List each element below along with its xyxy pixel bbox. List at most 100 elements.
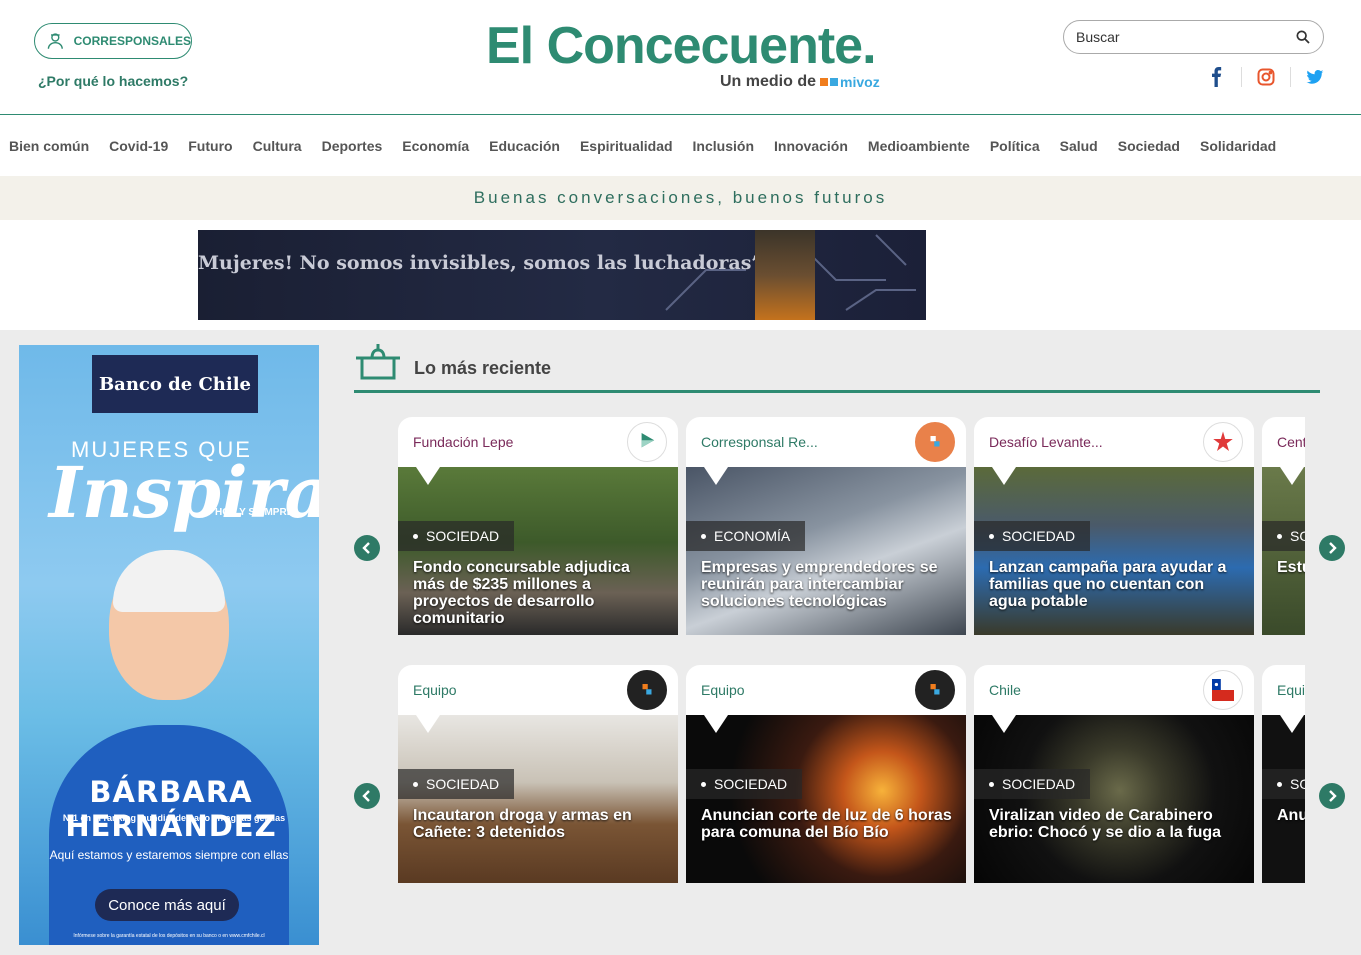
- site-logo[interactable]: El Concecuente.: [486, 16, 877, 76]
- mivoz-label: mivoz: [840, 74, 880, 90]
- reporter-icon: [47, 33, 63, 49]
- source-logo-icon: [915, 670, 955, 710]
- nav-item[interactable]: Deportes: [322, 138, 383, 154]
- ad-subtext: Aquí estamos y estaremos siempre con ell…: [49, 848, 289, 862]
- mivoz-square-icon: [830, 78, 839, 86]
- card-source[interactable]: Corresponsal Re...: [701, 434, 818, 450]
- carousel-next-button[interactable]: [1319, 783, 1345, 809]
- top-banner-ad[interactable]: Mujeres! No somos invisibles, somos las …: [198, 230, 926, 320]
- news-carousel-row: Fundación Lepe SOCIEDAD Fondo concursabl…: [398, 417, 1305, 635]
- card-source[interactable]: Fundación Lepe: [413, 434, 513, 450]
- card-title[interactable]: Anu Áng: [1277, 807, 1305, 824]
- category-badge[interactable]: SOCIEDAD: [974, 769, 1091, 799]
- card-title[interactable]: Estu la pr: [1277, 559, 1305, 576]
- corresponsales-button[interactable]: CORRESPONSALES: [34, 23, 192, 59]
- news-card[interactable]: Desafío Levante... SOCIEDAD Lanzan campa…: [974, 417, 1254, 635]
- chevron-right-icon: [1329, 542, 1337, 554]
- category-nav: Bien común Covid-19 Futuro Cultura Depor…: [0, 115, 1361, 176]
- card-image: [398, 715, 678, 883]
- carousel-prev-button[interactable]: [354, 783, 380, 809]
- search-input[interactable]: [1076, 29, 1295, 45]
- card-header: Desafío Levante...: [974, 417, 1254, 467]
- card-image: [686, 715, 966, 883]
- category-badge[interactable]: ECONOMÍA: [686, 521, 806, 551]
- card-title[interactable]: Anuncian corte de luz de 6 horas para co…: [701, 807, 953, 841]
- social-links: [1206, 66, 1326, 88]
- card-title[interactable]: Fondo concursable adjudica más de $235 m…: [413, 559, 665, 627]
- news-card[interactable]: Fundación Lepe SOCIEDAD Fondo concursabl…: [398, 417, 678, 635]
- side-ad-banco-chile[interactable]: Banco de Chile MUJERES QUE Inspiran HOY …: [19, 345, 319, 945]
- card-notch: [704, 467, 728, 485]
- nav-item[interactable]: Sociedad: [1118, 138, 1180, 154]
- top-banner-zone: Mujeres! No somos invisibles, somos las …: [0, 220, 1361, 330]
- category-badge[interactable]: SOCIEDAD: [398, 769, 515, 799]
- card-source[interactable]: Desafío Levante...: [989, 434, 1103, 450]
- card-title[interactable]: Lanzan campaña para ayudar a familias qu…: [989, 559, 1241, 610]
- card-source[interactable]: Equipo: [701, 682, 745, 698]
- carousel-next-button[interactable]: [1319, 535, 1345, 561]
- divider: [1241, 67, 1242, 87]
- source-logo-icon: [1203, 422, 1243, 462]
- twitter-icon[interactable]: [1304, 66, 1326, 88]
- card-title[interactable]: Incautaron droga y armas en Cañete: 3 de…: [413, 807, 665, 841]
- bank-logo: Banco de Chile: [92, 355, 258, 413]
- news-card[interactable]: Cent SO Estu la pr: [1262, 417, 1305, 635]
- category-badge[interactable]: SOCIEDAD: [398, 521, 515, 551]
- card-source[interactable]: Chile: [989, 682, 1021, 698]
- nav-item[interactable]: Cultura: [253, 138, 302, 154]
- recent-section-header: Lo más reciente: [354, 338, 1320, 393]
- news-card[interactable]: Equipo SOCIEDAD Incautaron droga y armas…: [398, 665, 678, 883]
- nav-item[interactable]: Inclusión: [693, 138, 754, 154]
- nav-item[interactable]: Medioambiente: [868, 138, 970, 154]
- card-notch: [416, 715, 440, 733]
- nav-item[interactable]: Economía: [402, 138, 469, 154]
- nav-item[interactable]: Bien común: [9, 138, 89, 154]
- category-badge[interactable]: SO: [1262, 521, 1305, 551]
- chevron-left-icon: [362, 542, 370, 554]
- category-badge[interactable]: SO: [1262, 769, 1305, 799]
- card-header: Fundación Lepe: [398, 417, 678, 467]
- card-source[interactable]: Equipo: [413, 682, 457, 698]
- slogan-bar: Buenas conversaciones, buenos futuros: [0, 176, 1361, 220]
- card-header: Corresponsal Re...: [686, 417, 966, 467]
- card-title[interactable]: Viralizan video de Carabinero ebrio: Cho…: [989, 807, 1241, 841]
- card-notch: [992, 715, 1016, 733]
- nav-item[interactable]: Futuro: [188, 138, 232, 154]
- divider: [1290, 67, 1291, 87]
- pot-icon: [356, 344, 400, 380]
- category-badge[interactable]: SOCIEDAD: [686, 769, 803, 799]
- slogan-text: Buenas conversaciones, buenos futuros: [473, 188, 888, 207]
- card-source[interactable]: Equi: [1277, 682, 1305, 698]
- carousel-prev-button[interactable]: [354, 535, 380, 561]
- news-card[interactable]: Corresponsal Re... ECONOMÍA Empresas y e…: [686, 417, 966, 635]
- source-logo-icon: [627, 670, 667, 710]
- nav-item[interactable]: Espiritualidad: [580, 138, 673, 154]
- nav-item[interactable]: Educación: [489, 138, 560, 154]
- site-header: CORRESPONSALES ¿Por qué lo hacemos? El C…: [0, 0, 1361, 115]
- ad-cta-button[interactable]: Conoce más aquí: [95, 889, 239, 921]
- category-badge[interactable]: SOCIEDAD: [974, 521, 1091, 551]
- news-card[interactable]: Equi SO Anu Áng: [1262, 665, 1305, 883]
- nav-item[interactable]: Política: [990, 138, 1040, 154]
- nav-item[interactable]: Solidaridad: [1200, 138, 1276, 154]
- mivoz-logo[interactable]: mivoz: [820, 74, 880, 90]
- facebook-icon[interactable]: [1206, 66, 1228, 88]
- nav-item[interactable]: Innovación: [774, 138, 848, 154]
- instagram-icon[interactable]: [1255, 66, 1277, 88]
- nav-item[interactable]: Salud: [1060, 138, 1098, 154]
- ad-swim-cap: [113, 550, 225, 612]
- medio-tagline: Un medio de mivoz: [720, 73, 880, 91]
- source-logo-icon: [915, 422, 955, 462]
- card-header: Chile: [974, 665, 1254, 715]
- news-card[interactable]: Equipo SOCIEDAD Anuncian corte de luz de…: [686, 665, 966, 883]
- card-notch: [416, 467, 440, 485]
- card-title[interactable]: Empresas y emprendedores se reunirán par…: [701, 559, 953, 610]
- card-image: [974, 715, 1254, 883]
- card-notch: [992, 467, 1016, 485]
- card-notch: [704, 715, 728, 733]
- why-link[interactable]: ¿Por qué lo hacemos?: [38, 73, 188, 89]
- nav-item[interactable]: Covid-19: [109, 138, 168, 154]
- news-card[interactable]: Chile SOCIEDAD Viralizan video de Carabi…: [974, 665, 1254, 883]
- card-source[interactable]: Cent: [1277, 434, 1305, 450]
- search-icon[interactable]: [1295, 29, 1311, 45]
